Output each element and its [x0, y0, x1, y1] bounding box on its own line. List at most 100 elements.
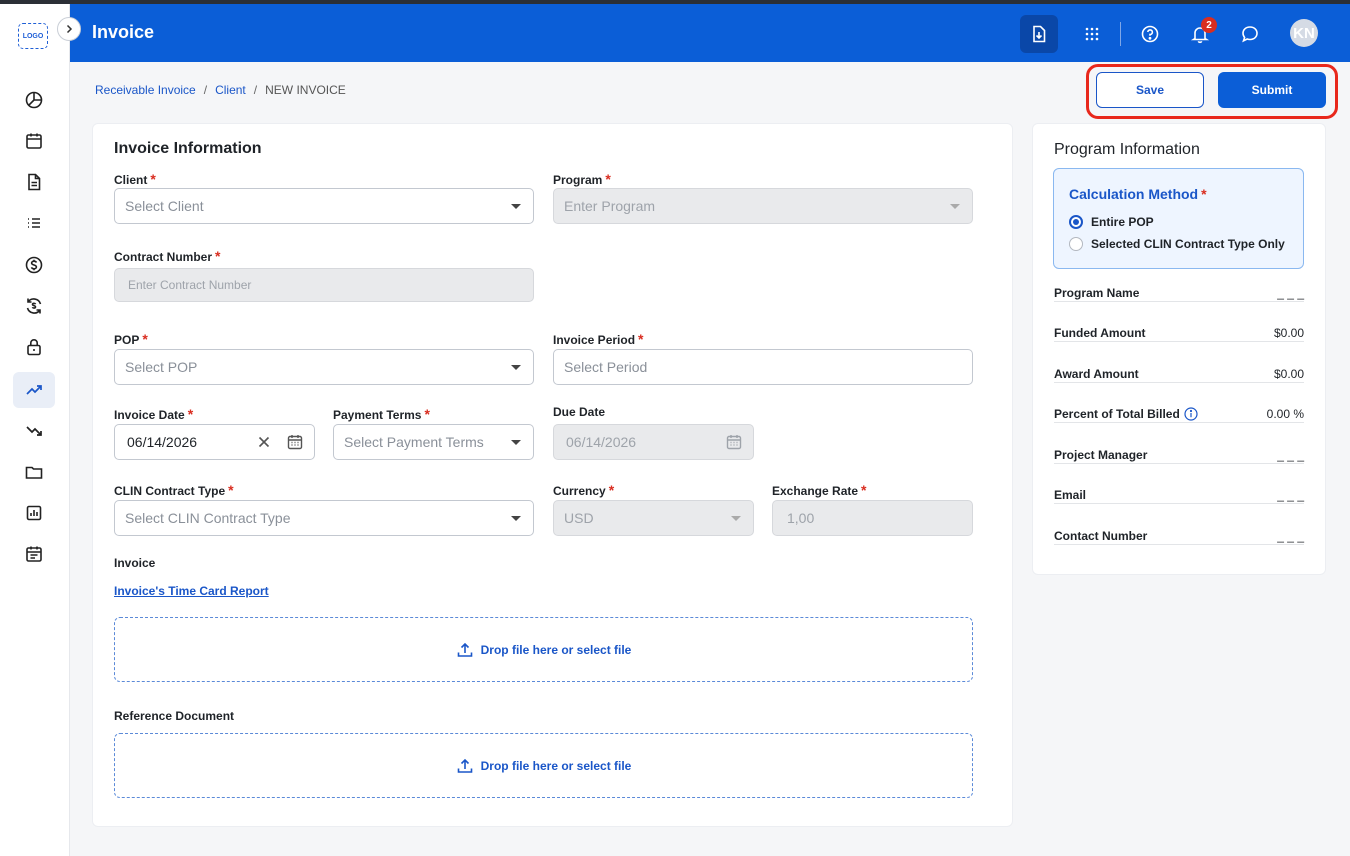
folder-icon[interactable]: [13, 454, 55, 490]
radio-unchecked-icon[interactable]: [1069, 237, 1083, 251]
breadcrumb-client[interactable]: Client: [215, 83, 246, 97]
required-marker: *: [142, 331, 148, 347]
email-label: Email: [1054, 488, 1093, 502]
funded-amount-label: Funded Amount: [1054, 326, 1152, 340]
calculation-method-label-text: Calculation Method: [1069, 186, 1199, 202]
breadcrumb: Receivable Invoice / Client / NEW INVOICE: [95, 83, 346, 97]
page-title: Invoice: [92, 22, 155, 42]
currency-select: USD: [553, 500, 754, 536]
radio-entire-pop[interactable]: Entire POP: [1069, 215, 1154, 229]
required-marker: *: [638, 331, 644, 347]
award-amount-row: Award Amount $0.00: [1054, 367, 1304, 387]
exchange-rate-field: 1,00: [772, 500, 973, 536]
clin-contract-type-select[interactable]: Select CLIN Contract Type: [114, 500, 534, 536]
email-value: _ _ _: [1271, 488, 1304, 502]
notifications-button[interactable]: 2: [1181, 15, 1219, 53]
client-label-text: Client: [114, 173, 148, 187]
apps-grid-icon: [1085, 27, 1099, 41]
invoice-period-label: Invoice Period *: [553, 331, 643, 347]
program-name-row: Program Name _ _ _: [1054, 286, 1304, 306]
invoice-section-label: Invoice: [114, 556, 156, 570]
payment-terms-placeholder: Select Payment Terms: [344, 434, 484, 450]
document-icon[interactable]: [13, 164, 55, 200]
radio-checked-icon[interactable]: [1069, 215, 1083, 229]
trend-up-icon[interactable]: [13, 372, 55, 408]
required-marker: *: [605, 171, 611, 187]
pop-label-text: POP: [114, 333, 140, 347]
pop-select[interactable]: Select POP: [114, 349, 534, 385]
invoice-date-field[interactable]: 06/14/2026: [114, 424, 315, 460]
program-label-text: Program: [553, 173, 603, 187]
breadcrumb-receivable-invoice[interactable]: Receivable Invoice: [95, 83, 196, 97]
reference-document-label: Reference Document: [114, 709, 235, 723]
award-amount-value: $0.00: [1267, 367, 1304, 381]
apps-button[interactable]: [1073, 15, 1111, 53]
chevron-down-icon: [511, 365, 521, 370]
chevron-down-icon: [511, 516, 521, 521]
dollar-icon[interactable]: [13, 247, 55, 283]
percent-billed-label: Percent of Total Billed: [1054, 407, 1204, 421]
pop-label: POP *: [114, 331, 148, 347]
pop-placeholder: Select POP: [125, 359, 198, 375]
exchange-icon[interactable]: [13, 288, 55, 324]
exchange-rate-label-text: Exchange Rate: [772, 484, 859, 498]
invoice-dropzone-text: Drop file here or select file: [480, 642, 632, 657]
invoice-period-label-text: Invoice Period: [553, 333, 636, 347]
info-icon[interactable]: [1184, 407, 1198, 421]
sidebar: LOGO: [0, 4, 70, 856]
calendar-icon: [726, 435, 742, 450]
client-placeholder: Select Client: [125, 198, 204, 214]
clear-icon[interactable]: [255, 433, 273, 451]
submit-button[interactable]: Submit: [1218, 72, 1326, 108]
save-button[interactable]: Save: [1096, 72, 1204, 108]
help-button[interactable]: [1131, 15, 1169, 53]
required-marker: *: [1201, 186, 1207, 202]
upload-icon: [457, 758, 472, 773]
payment-terms-label-text: Payment Terms: [333, 408, 422, 422]
client-select[interactable]: Select Client: [114, 188, 534, 224]
radio-entire-pop-label: Entire POP: [1091, 215, 1154, 229]
exchange-rate-label: Exchange Rate *: [772, 482, 867, 498]
project-manager-value: _ _ _: [1271, 448, 1304, 462]
contact-number-row: Contact Number _ _ _: [1054, 529, 1304, 549]
chat-button[interactable]: [1231, 15, 1269, 53]
contract-number-label: Contract Number *: [114, 248, 220, 264]
chevron-down-icon: [511, 204, 521, 209]
download-document-button[interactable]: [1020, 15, 1058, 53]
lock-icon[interactable]: [13, 329, 55, 365]
invoice-period-field[interactable]: Select Period: [553, 349, 973, 385]
clin-contract-type-label-text: CLIN Contract Type: [114, 484, 226, 498]
calendar-icon[interactable]: [286, 433, 304, 451]
breadcrumb-separator: /: [253, 83, 258, 97]
radio-selected-clin[interactable]: Selected CLIN Contract Type Only: [1069, 237, 1285, 251]
email-row: Email _ _ _: [1054, 488, 1304, 508]
sidebar-toggle-button[interactable]: [57, 17, 81, 41]
program-name-label: Program Name: [1054, 286, 1146, 300]
upload-icon: [457, 642, 472, 657]
schedule-icon[interactable]: [13, 536, 55, 572]
chevron-down-icon: [731, 516, 741, 521]
due-date-label: Due Date: [553, 405, 606, 419]
notification-badge: 2: [1201, 17, 1217, 33]
payment-terms-select[interactable]: Select Payment Terms: [333, 424, 534, 460]
clin-contract-type-label: CLIN Contract Type *: [114, 482, 234, 498]
required-marker: *: [187, 406, 194, 422]
clin-contract-type-placeholder: Select CLIN Contract Type: [125, 510, 291, 526]
chevron-right-icon: [66, 24, 73, 34]
time-card-report-link[interactable]: Invoice's Time Card Report: [114, 584, 269, 598]
funded-amount-row: Funded Amount $0.00: [1054, 326, 1304, 346]
invoice-dropzone[interactable]: Drop file here or select file: [114, 617, 973, 682]
reference-dropzone[interactable]: Drop file here or select file: [114, 733, 973, 798]
report-icon[interactable]: [13, 495, 55, 531]
avatar[interactable]: KN: [1290, 19, 1318, 47]
project-manager-row: Project Manager _ _ _: [1054, 448, 1304, 468]
calendar-icon[interactable]: [13, 123, 55, 159]
header-divider: [1120, 22, 1121, 46]
due-date-value: 06/14/2026: [566, 434, 637, 450]
trend-down-icon[interactable]: [13, 413, 55, 449]
required-marker: *: [215, 248, 221, 264]
list-icon[interactable]: [13, 205, 55, 241]
program-placeholder: Enter Program: [564, 198, 656, 214]
dashboard-icon[interactable]: [13, 82, 55, 118]
contract-number-placeholder: Enter Contract Number: [128, 278, 252, 292]
